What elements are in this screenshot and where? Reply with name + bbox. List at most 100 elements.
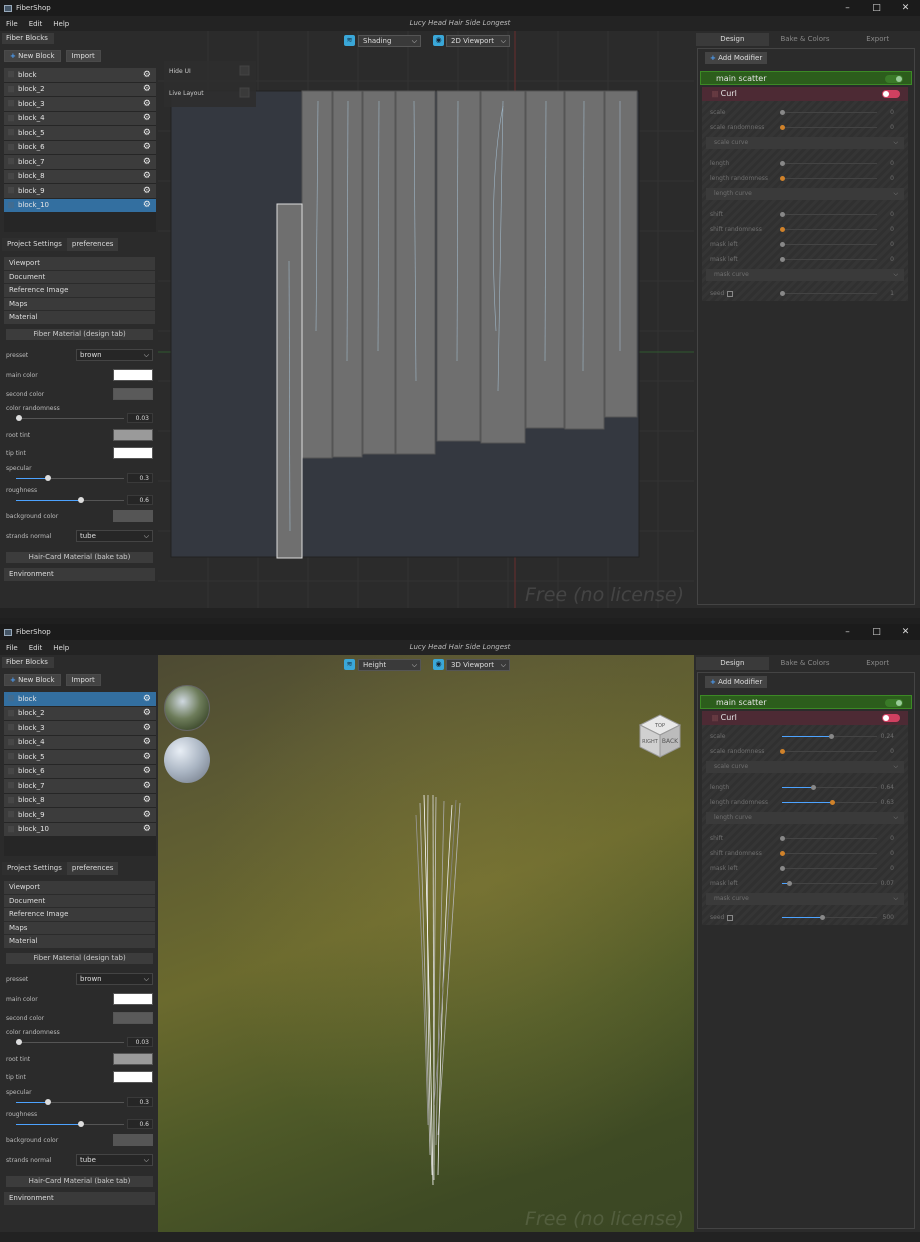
length-curve-row[interactable]: length curve ⌵ bbox=[706, 812, 904, 824]
haircard-material-header[interactable]: Hair-Card Material (bake tab) bbox=[6, 552, 153, 563]
presset-select[interactable]: brown ⌵ bbox=[76, 973, 153, 985]
drag-handle-icon[interactable]: ||| bbox=[4, 144, 18, 151]
block-row[interactable]: ||| block_2 ⚙ bbox=[4, 706, 156, 720]
drag-handle-icon[interactable]: ||| bbox=[4, 115, 18, 122]
new-block-button[interactable]: + New Block bbox=[4, 674, 61, 686]
gear-icon[interactable]: ⚙ bbox=[143, 186, 151, 196]
section-maps[interactable]: Maps bbox=[4, 297, 155, 310]
block-row[interactable]: ||| block_10 ⚙ bbox=[4, 822, 156, 836]
specular-value[interactable]: 0.3 bbox=[127, 1097, 153, 1107]
drag-handle-icon[interactable]: ||| bbox=[712, 91, 718, 98]
slider-knob[interactable] bbox=[780, 161, 785, 166]
main-color-swatch[interactable] bbox=[113, 993, 153, 1005]
param-row[interactable]: shift 0 bbox=[702, 831, 908, 846]
fiber-blocks-tab[interactable]: Fiber Blocks bbox=[2, 33, 54, 44]
gear-icon[interactable]: ⚙ bbox=[143, 694, 151, 704]
param-row[interactable]: scale 0 bbox=[702, 105, 908, 120]
dice-icon[interactable] bbox=[727, 290, 734, 297]
dice-icon[interactable] bbox=[727, 914, 734, 921]
gear-icon[interactable]: ⚙ bbox=[143, 766, 151, 776]
import-button[interactable]: Import bbox=[65, 50, 101, 62]
section-document[interactable]: Document bbox=[4, 894, 155, 907]
gear-icon[interactable]: ⚙ bbox=[143, 128, 151, 138]
viewport-mode-select[interactable]: 2D Viewport ⌵ bbox=[446, 35, 510, 47]
drag-handle-icon[interactable]: ||| bbox=[4, 724, 18, 731]
gear-icon[interactable]: ⚙ bbox=[143, 752, 151, 762]
slider-knob[interactable] bbox=[780, 749, 785, 754]
modifier-curl[interactable]: ||| Curl bbox=[702, 87, 908, 101]
roughness-slider[interactable] bbox=[16, 1121, 124, 1127]
drag-handle-icon[interactable]: ||| bbox=[4, 782, 18, 789]
param-row[interactable]: length randomness 0 bbox=[702, 171, 908, 186]
import-button[interactable]: Import bbox=[65, 674, 101, 686]
block-row[interactable]: ||| block_5 ⚙ bbox=[4, 750, 156, 764]
slider-knob[interactable] bbox=[786, 881, 792, 886]
drag-handle-icon[interactable]: ||| bbox=[4, 202, 18, 209]
color-randomness-slider[interactable] bbox=[16, 415, 124, 421]
slider-knob[interactable] bbox=[780, 866, 785, 871]
section-maps[interactable]: Maps bbox=[4, 921, 155, 934]
root-tint-swatch[interactable] bbox=[113, 429, 153, 441]
block-row[interactable]: ||| block_8 ⚙ bbox=[4, 793, 156, 807]
drag-handle-icon[interactable]: ||| bbox=[4, 797, 18, 804]
block-row[interactable]: ||| block_5 ⚙ bbox=[4, 126, 156, 140]
block-row[interactable]: ||| block_6 ⚙ bbox=[4, 140, 156, 154]
gear-icon[interactable]: ⚙ bbox=[143, 737, 151, 747]
slider-knob[interactable] bbox=[780, 227, 785, 232]
gear-icon[interactable]: ⚙ bbox=[143, 795, 151, 805]
fiber-material-header[interactable]: Fiber Material (design tab) bbox=[6, 953, 153, 964]
minimize-button[interactable]: – bbox=[833, 624, 862, 640]
param-row[interactable]: seed 500 bbox=[702, 910, 908, 925]
slider-knob[interactable] bbox=[77, 497, 84, 503]
scale-curve-row[interactable]: scale curve ⌵ bbox=[706, 137, 904, 149]
slider-knob[interactable] bbox=[77, 1121, 84, 1127]
curl-toggle[interactable] bbox=[882, 90, 900, 98]
color-randomness-slider[interactable] bbox=[16, 1039, 124, 1045]
section-environment[interactable]: Environment bbox=[4, 1192, 155, 1205]
param-row[interactable]: mask left 0 bbox=[702, 237, 908, 252]
section-document[interactable]: Document bbox=[4, 270, 155, 283]
main-scatter-toggle[interactable] bbox=[885, 75, 903, 83]
maximize-button[interactable]: □ bbox=[862, 624, 891, 640]
add-modifier-button[interactable]: + Add Modifier bbox=[705, 52, 768, 64]
close-button[interactable]: ✕ bbox=[891, 624, 920, 640]
param-row[interactable]: scale 0.24 bbox=[702, 729, 908, 744]
param-row[interactable]: scale randomness 0 bbox=[702, 744, 908, 759]
drag-handle-icon[interactable]: ||| bbox=[4, 86, 18, 93]
gear-icon[interactable]: ⚙ bbox=[143, 70, 151, 80]
maximize-button[interactable]: □ bbox=[862, 0, 891, 16]
block-row[interactable]: ||| block_3 ⚙ bbox=[4, 721, 156, 735]
section-reference-image[interactable]: Reference Image bbox=[4, 284, 155, 297]
background-color-swatch[interactable] bbox=[113, 510, 153, 522]
param-row[interactable]: seed 1 bbox=[702, 286, 908, 301]
slider-knob[interactable] bbox=[780, 836, 785, 841]
drag-handle-icon[interactable]: ||| bbox=[4, 753, 18, 760]
block-row-selected[interactable]: ||| block ⚙ bbox=[4, 692, 156, 706]
presset-select[interactable]: brown ⌵ bbox=[76, 349, 153, 361]
gear-icon[interactable]: ⚙ bbox=[143, 157, 151, 167]
tab-project-settings[interactable]: Project Settings bbox=[2, 238, 67, 251]
param-row[interactable]: shift randomness 0 bbox=[702, 846, 908, 861]
slider-knob[interactable] bbox=[45, 1099, 52, 1105]
tab-export[interactable]: Export bbox=[841, 657, 914, 670]
section-viewport[interactable]: Viewport bbox=[4, 257, 155, 270]
gear-icon[interactable]: ⚙ bbox=[143, 113, 151, 123]
tab-export[interactable]: Export bbox=[841, 33, 914, 46]
gear-icon[interactable]: ⚙ bbox=[143, 781, 151, 791]
slider-knob[interactable] bbox=[830, 800, 836, 805]
root-tint-swatch[interactable] bbox=[113, 1053, 153, 1065]
background-color-swatch[interactable] bbox=[113, 1134, 153, 1146]
hide-ui-checkbox[interactable] bbox=[239, 65, 250, 76]
strands-normal-select[interactable]: tube ⌵ bbox=[76, 1154, 153, 1166]
viewport-mode-select[interactable]: 3D Viewport ⌵ bbox=[446, 659, 510, 671]
slider-knob[interactable] bbox=[45, 475, 52, 481]
param-row[interactable]: length 0 bbox=[702, 156, 908, 171]
block-row[interactable]: ||| block ⚙ bbox=[4, 68, 156, 82]
roughness-value[interactable]: 0.6 bbox=[127, 1119, 153, 1129]
slider-knob[interactable] bbox=[16, 1039, 23, 1045]
tab-preferences[interactable]: preferences bbox=[66, 238, 119, 251]
slider-knob[interactable] bbox=[780, 110, 785, 115]
param-row[interactable]: length randomness 0.63 bbox=[702, 795, 908, 810]
tab-preferences[interactable]: preferences bbox=[66, 862, 119, 875]
drag-handle-icon[interactable]: ||| bbox=[4, 826, 18, 833]
